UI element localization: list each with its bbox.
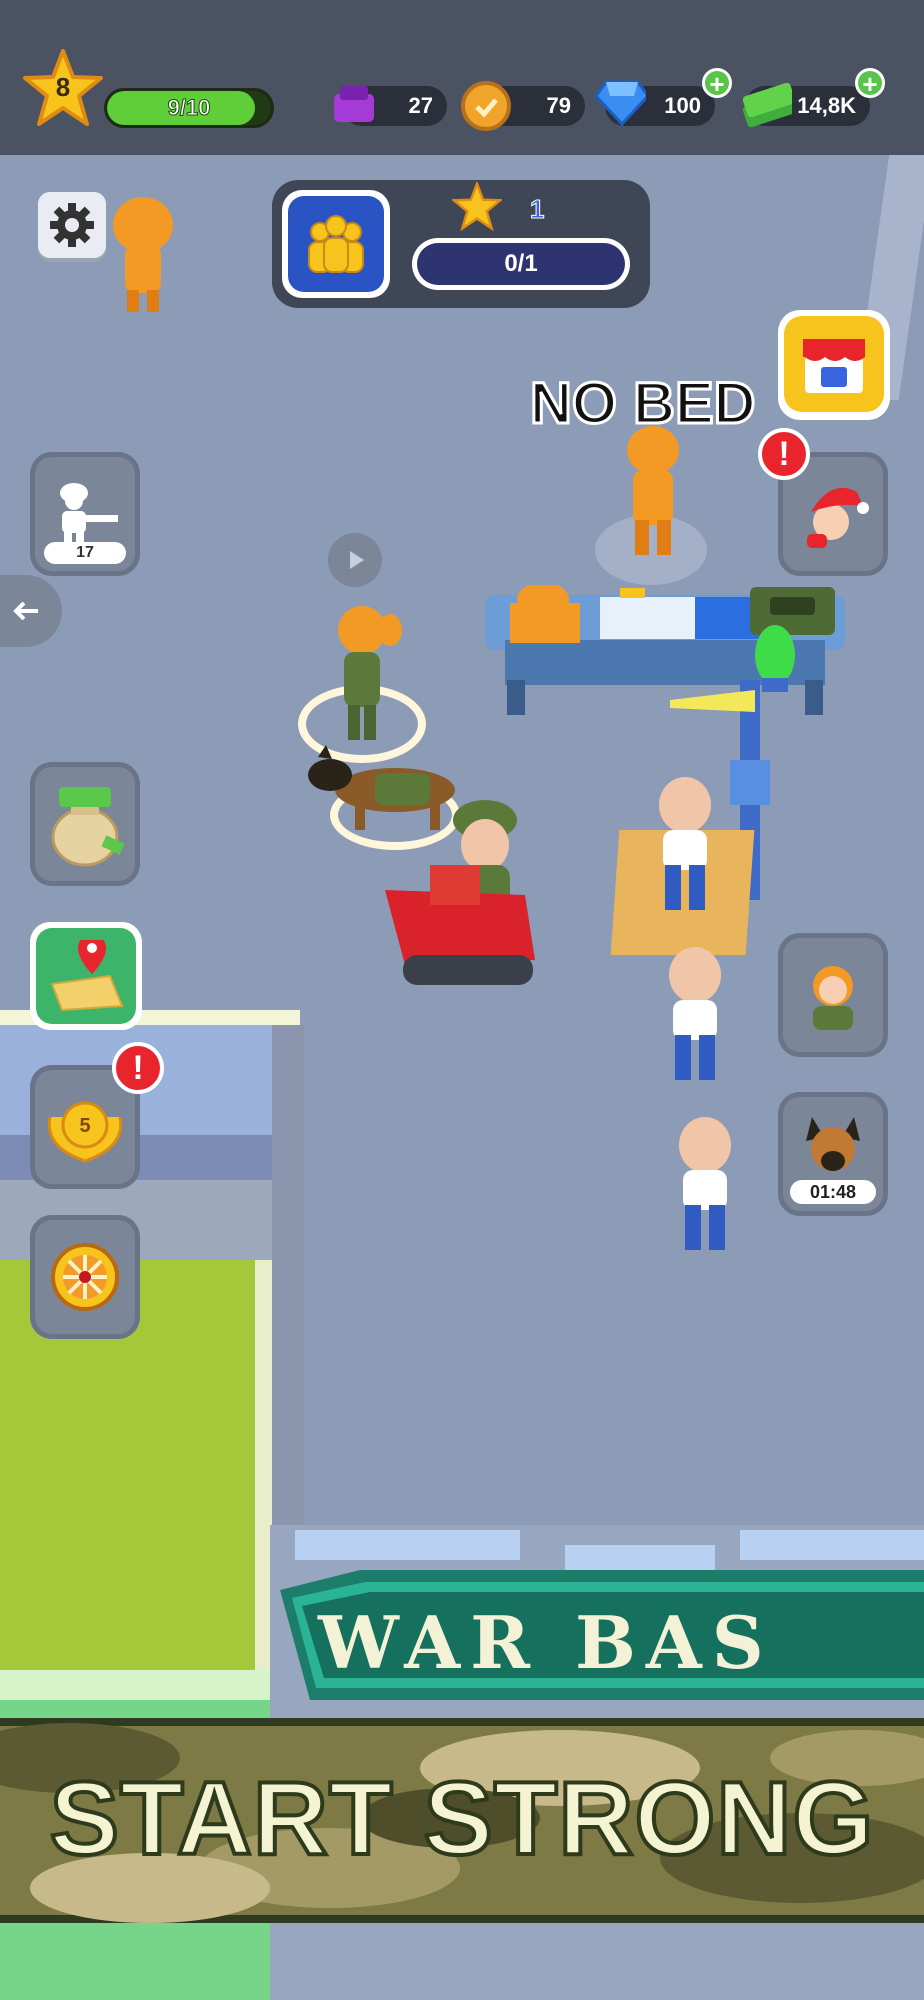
santa-icon: [807, 487, 869, 548]
objective-progress-bar: 0/1: [412, 238, 630, 290]
soldier-icon: [60, 483, 118, 545]
xp-text: 9/10: [167, 95, 211, 121]
map-button[interactable]: [30, 922, 142, 1030]
gems-value: 100: [664, 93, 701, 118]
wheel-icon: [51, 1243, 119, 1311]
war-base-sign-text: WAR BAS: [318, 1600, 774, 1685]
add-cash-button[interactable]: +: [855, 68, 885, 98]
dog-timer-pill: 01:48: [790, 1180, 876, 1204]
soldiers-button[interactable]: 17: [30, 452, 140, 576]
cash-icon: [740, 78, 792, 130]
rank-alert-icon: !: [112, 1042, 164, 1094]
sign-roof: [295, 1530, 924, 1570]
xp-bar: 9/10: [104, 88, 274, 128]
level-star[interactable]: 8: [22, 48, 104, 130]
rank-badge-level: 5: [79, 1115, 91, 1137]
spin-wheel-button[interactable]: [30, 1215, 140, 1339]
cash-value: 14,8K: [797, 93, 856, 118]
tickets-value: 27: [408, 93, 433, 118]
officer-button[interactable]: [778, 933, 888, 1057]
civilian-3: [679, 1117, 731, 1250]
add-gems-button[interactable]: +: [702, 68, 732, 98]
objective-progress-text: 0/1: [504, 250, 538, 277]
coin-icon: [460, 80, 512, 132]
player-commander-tank: [385, 800, 535, 985]
money-bag-button[interactable]: [30, 762, 140, 886]
objective-panel[interactable]: 1 0/1: [272, 180, 650, 308]
population-icon-frame: [282, 190, 390, 298]
soldier-count: 17: [76, 544, 94, 561]
officer-portrait-icon: [813, 966, 853, 1030]
shop-button[interactable]: [778, 310, 890, 420]
prisoner-waiting: [627, 426, 679, 555]
shop-icon: [803, 339, 865, 393]
civilian-2: [669, 947, 721, 1080]
money-bag-icon: [51, 787, 125, 867]
dog-portrait-icon: [806, 1117, 860, 1171]
no-bed-label: NO BED: [529, 370, 758, 438]
map-pin-icon: [50, 940, 124, 1012]
gear-icon: [50, 203, 94, 247]
dog-unit-button[interactable]: 01:48: [778, 1092, 888, 1216]
prisoner-npc: [113, 197, 173, 312]
ticket-icon: [328, 78, 380, 130]
civilian-1: [659, 777, 711, 910]
santa-alert-icon: !: [758, 428, 810, 480]
level-number: 8: [55, 72, 71, 102]
gem-icon: [594, 76, 646, 128]
population-icon: [308, 215, 364, 273]
soldier-count-pill: 17: [44, 542, 126, 564]
collapse-arrow-icon: [13, 601, 38, 621]
objective-stars-value: 1: [529, 194, 545, 225]
settings-button[interactable]: [38, 192, 106, 258]
dog-timer: 01:48: [809, 1182, 857, 1202]
camera-marker-icon[interactable]: [328, 533, 382, 587]
objective-star-icon: [452, 182, 502, 232]
banner-title: START STRONG: [48, 1759, 876, 1879]
coins-value: 79: [546, 93, 571, 118]
female-soldier: [338, 606, 402, 740]
